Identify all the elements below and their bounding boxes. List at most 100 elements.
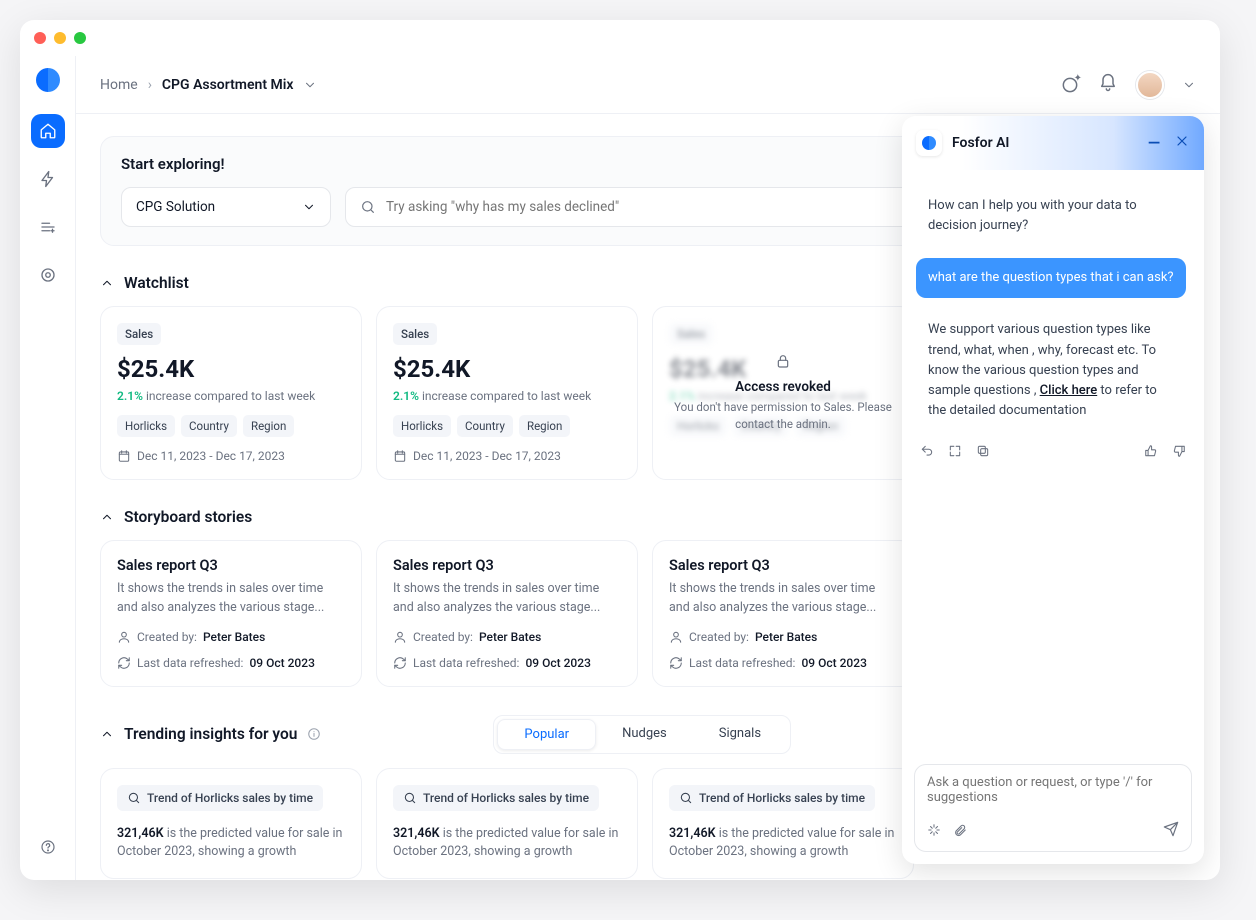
ai-panel-title: Fosfor AI xyxy=(952,135,1009,151)
watchlist-card[interactable]: Sales $25.4K 2.1% increase compared to l… xyxy=(376,306,638,480)
close-ai-button[interactable] xyxy=(1174,133,1190,153)
maximize-window-button[interactable] xyxy=(74,32,86,44)
search-icon xyxy=(127,791,141,805)
regenerate-icon[interactable] xyxy=(920,443,934,462)
ai-sparkle-icon[interactable]: ✦ xyxy=(1060,75,1080,95)
chevron-down-icon xyxy=(302,200,316,214)
calendar-icon xyxy=(393,449,407,463)
card-tag: Sales xyxy=(393,323,437,345)
trending-title: Trending insights for you xyxy=(124,725,297,743)
nav-list[interactable] xyxy=(31,210,65,244)
user-message: what are the question types that i can a… xyxy=(916,258,1186,298)
insight-card[interactable]: Trend of Horlicks sales by time 321,46K … xyxy=(376,768,638,880)
ai-logo-icon xyxy=(916,130,942,156)
chevron-down-icon[interactable] xyxy=(303,78,317,92)
tab-signals[interactable]: Signals xyxy=(693,719,787,750)
lock-title: Access revoked xyxy=(735,379,831,395)
chip: Region xyxy=(243,415,294,437)
card-delta: 2.1% increase compared to last week xyxy=(117,389,345,403)
minimize-ai-button[interactable]: — xyxy=(1148,133,1160,153)
chip: Country xyxy=(457,415,513,437)
user-menu-chevron[interactable] xyxy=(1182,78,1196,92)
chevron-right-icon: › xyxy=(148,77,152,93)
chevron-up-icon xyxy=(100,276,114,290)
refresh-icon xyxy=(393,656,407,670)
chip: Horlicks xyxy=(393,415,451,437)
insight-card[interactable]: Trend of Horlicks sales by time 321,46K … xyxy=(100,768,362,880)
help-button[interactable] xyxy=(31,830,65,864)
refresh-icon xyxy=(117,656,131,670)
chip: Region xyxy=(519,415,570,437)
breadcrumb-current[interactable]: CPG Assortment Mix xyxy=(162,77,294,93)
breadcrumb: Home › CPG Assortment Mix xyxy=(100,77,317,93)
tab-nudges[interactable]: Nudges xyxy=(596,719,693,750)
nav-bolt[interactable] xyxy=(31,162,65,196)
card-dates: Dec 11, 2023 - Dec 17, 2023 xyxy=(413,449,561,463)
search-icon xyxy=(360,199,376,215)
user-avatar[interactable] xyxy=(1136,71,1164,99)
ai-answer: We support various question types like t… xyxy=(916,310,1190,431)
card-dates: Dec 11, 2023 - Dec 17, 2023 xyxy=(137,449,285,463)
user-icon xyxy=(669,630,683,644)
app-logo xyxy=(36,68,60,92)
story-title: Sales report Q3 xyxy=(669,557,897,574)
story-card[interactable]: Sales report Q3 It shows the trends in s… xyxy=(100,540,362,687)
breadcrumb-home[interactable]: Home xyxy=(100,77,138,93)
docs-link[interactable]: Click here xyxy=(1040,383,1098,398)
topbar: Home › CPG Assortment Mix ✦ xyxy=(76,56,1220,114)
minimize-window-button[interactable] xyxy=(54,32,66,44)
chip: Country xyxy=(181,415,237,437)
notifications-icon[interactable] xyxy=(1098,73,1118,97)
sidebar xyxy=(20,56,76,880)
thumbs-down-icon[interactable] xyxy=(1172,443,1186,462)
card-tag: Sales xyxy=(117,323,161,345)
story-title: Sales report Q3 xyxy=(393,557,621,574)
thumbs-up-icon[interactable] xyxy=(1144,443,1158,462)
copy-icon[interactable] xyxy=(976,443,990,462)
ai-panel: Fosfor AI — How can I help you with your… xyxy=(902,116,1204,864)
ai-input[interactable] xyxy=(927,775,1179,813)
sparkle-icon[interactable] xyxy=(927,822,941,841)
lock-icon xyxy=(775,353,791,373)
lock-subtitle: You don't have permission to Sales. Plea… xyxy=(673,399,893,432)
nav-target[interactable] xyxy=(31,258,65,292)
nav-home[interactable] xyxy=(31,114,65,148)
watchlist-card-locked: Sales $25.4K 2.1% increase compared to l… xyxy=(652,306,914,480)
watchlist-title: Watchlist xyxy=(124,274,189,292)
watchlist-card[interactable]: Sales $25.4K 2.1% increase compared to l… xyxy=(100,306,362,480)
attachment-icon[interactable] xyxy=(953,822,967,841)
close-window-button[interactable] xyxy=(34,32,46,44)
window-titlebar xyxy=(20,20,1220,56)
insight-badge: Trend of Horlicks sales by time xyxy=(669,785,875,811)
refresh-icon xyxy=(669,656,683,670)
insight-card[interactable]: Trend of Horlicks sales by time 321,46K … xyxy=(652,768,914,880)
send-icon[interactable] xyxy=(1163,821,1179,841)
ai-greeting: How can I help you with your data to dec… xyxy=(916,186,1190,246)
card-metric: $25.4K xyxy=(393,355,621,383)
story-card[interactable]: Sales report Q3 It shows the trends in s… xyxy=(652,540,914,687)
story-desc: It shows the trends in sales over time a… xyxy=(117,580,345,618)
story-desc: It shows the trends in sales over time a… xyxy=(669,580,897,618)
expand-icon[interactable] xyxy=(948,443,962,462)
chevron-up-icon xyxy=(100,727,114,741)
story-title: Sales report Q3 xyxy=(117,557,345,574)
story-desc: It shows the trends in sales over time a… xyxy=(393,580,621,618)
story-card[interactable]: Sales report Q3 It shows the trends in s… xyxy=(376,540,638,687)
trending-tabs: Popular Nudges Signals xyxy=(493,715,791,754)
info-icon[interactable] xyxy=(307,727,321,741)
user-icon xyxy=(393,630,407,644)
chevron-up-icon xyxy=(100,510,114,524)
insight-badge: Trend of Horlicks sales by time xyxy=(393,785,599,811)
storyboard-title: Storyboard stories xyxy=(124,508,252,526)
trending-toggle[interactable]: Trending insights for you xyxy=(100,725,321,743)
card-delta: 2.1% increase compared to last week xyxy=(393,389,621,403)
solution-dropdown-value: CPG Solution xyxy=(136,199,215,215)
search-icon xyxy=(679,791,693,805)
solution-dropdown[interactable]: CPG Solution xyxy=(121,187,331,227)
tab-popular[interactable]: Popular xyxy=(497,719,596,750)
user-icon xyxy=(117,630,131,644)
ai-input-box[interactable] xyxy=(914,764,1192,852)
insight-badge: Trend of Horlicks sales by time xyxy=(117,785,323,811)
search-icon xyxy=(403,791,417,805)
card-metric: $25.4K xyxy=(117,355,345,383)
